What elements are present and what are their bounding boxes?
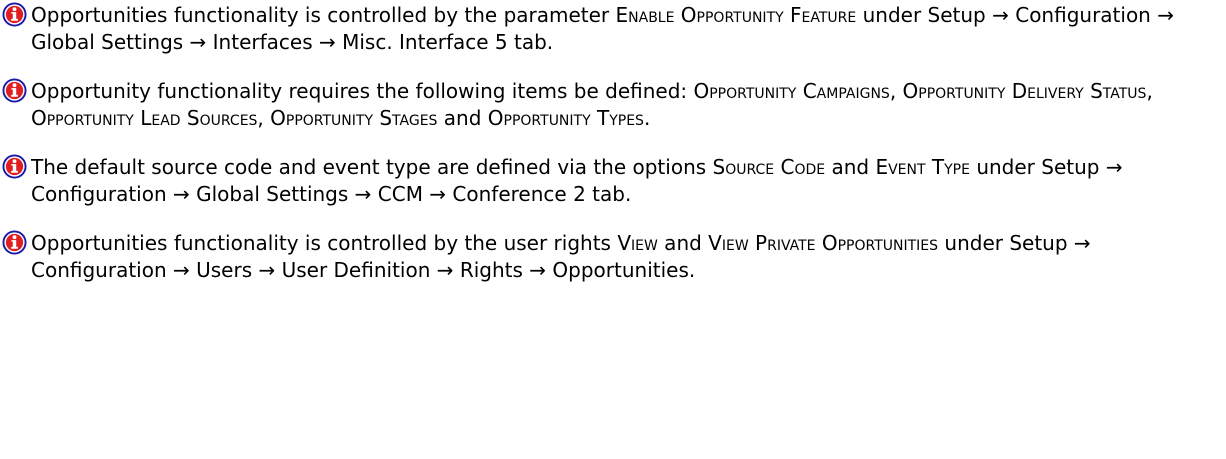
note-item: Opportunities functionality is controlle… — [0, 230, 1226, 284]
note-text-segment: , — [889, 79, 903, 103]
note-text-segment: and — [825, 155, 876, 179]
note-text-segment: and — [657, 231, 709, 255]
note-text: Opportunity functionality requires the f… — [31, 78, 1222, 132]
note-item: Opportunity functionality requires the f… — [0, 78, 1226, 132]
note-text-segment: Opportunities functionality is controlle… — [31, 3, 616, 27]
note-text: Opportunities functionality is controlle… — [31, 2, 1222, 56]
item-name: Opportunity Types — [487, 106, 644, 130]
note-text-segment: , — [1146, 79, 1153, 103]
info-icon — [2, 78, 27, 103]
note-text-segment: The default source code and event type a… — [31, 155, 713, 179]
info-icon — [2, 2, 27, 27]
info-icon — [2, 154, 27, 179]
note-text-segment: and — [437, 106, 488, 130]
info-icon — [2, 230, 27, 255]
parameter-name: Enable Opportunity Feature — [615, 3, 857, 27]
item-name: Opportunity Stages — [270, 106, 438, 130]
notes-list: Opportunities functionality is controlle… — [0, 0, 1226, 284]
note-text-segment: Opportunity functionality requires the f… — [31, 79, 694, 103]
note-text: The default source code and event type a… — [31, 154, 1222, 208]
right-name: View Private Opportunities — [708, 231, 939, 255]
note-item: The default source code and event type a… — [0, 154, 1226, 208]
note-text-segment: , — [257, 106, 271, 130]
note-text: Opportunities functionality is controlle… — [31, 230, 1222, 284]
option-name: Source Code — [712, 155, 826, 179]
option-name: Event Type — [875, 155, 970, 179]
note-text-segment: . — [643, 106, 651, 130]
note-item: Opportunities functionality is controlle… — [0, 2, 1226, 56]
item-name: Opportunity Delivery Status — [902, 79, 1147, 103]
item-name: Opportunity Campaigns — [693, 79, 890, 103]
note-text-segment: Opportunities functionality is controlle… — [31, 231, 618, 255]
item-name: Opportunity Lead Sources — [31, 106, 258, 130]
right-name: View — [617, 231, 658, 255]
